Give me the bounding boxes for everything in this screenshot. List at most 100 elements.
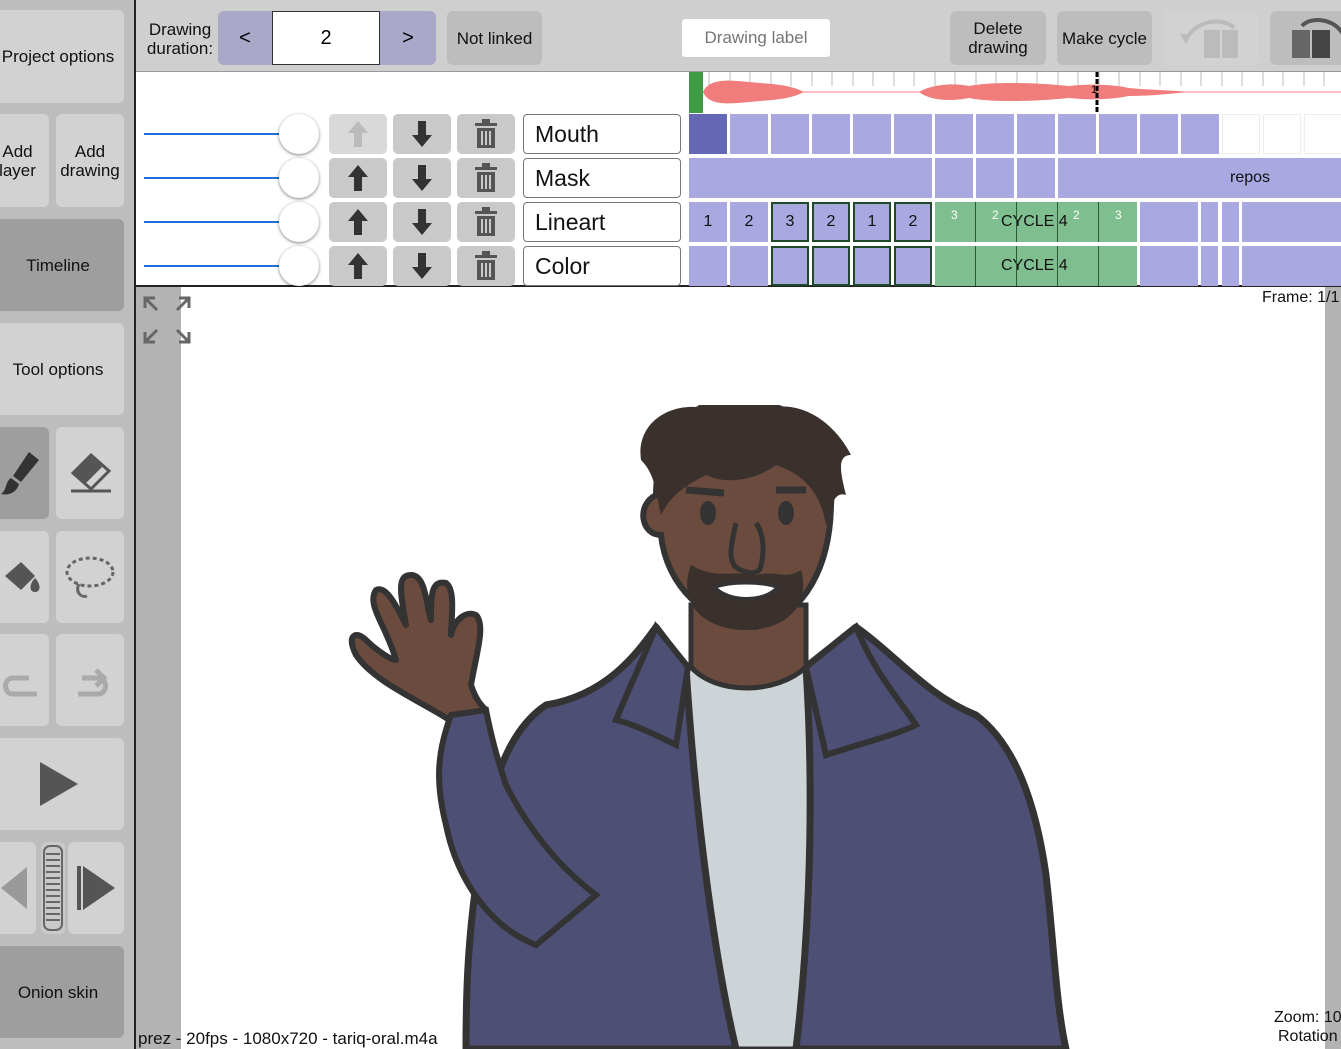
play-button[interactable] [0, 738, 124, 830]
onion-skin-button[interactable]: Onion skin [0, 946, 124, 1038]
cell-color[interactable] [730, 246, 768, 286]
opacity-slider-lineart[interactable] [144, 221, 284, 223]
cell-mask[interactable] [976, 158, 1014, 198]
cell-mouth-empty[interactable] [1222, 114, 1260, 154]
cell-mouth[interactable] [730, 114, 768, 154]
duration-decrease-button[interactable]: < [218, 11, 272, 65]
move-down-button-mouth[interactable] [393, 114, 451, 154]
cell-lineart-selected[interactable]: 1 [853, 202, 891, 242]
opacity-knob-mask[interactable] [279, 158, 319, 198]
cell-mask[interactable] [935, 158, 973, 198]
cell-mouth-empty[interactable] [1263, 114, 1301, 154]
lasso-icon [65, 556, 115, 598]
cell-lineart[interactable] [1242, 202, 1341, 242]
not-linked-button[interactable]: Not linked [447, 11, 542, 65]
drawing-label-input[interactable] [681, 18, 831, 58]
tool-options-button[interactable]: Tool options [0, 323, 124, 415]
cell-color-selected[interactable] [894, 246, 932, 286]
cell-color-selected[interactable] [812, 246, 850, 286]
cell-mask[interactable] [689, 158, 932, 198]
project-status-bar: prez - 20fps - 1080x720 - tariq-oral.m4a [138, 1029, 438, 1048]
frame-scrubber[interactable] [41, 842, 65, 934]
duration-value-field[interactable]: 2 [272, 11, 380, 65]
layer-name-mask[interactable]: Mask [523, 158, 681, 198]
cell-color[interactable] [1201, 246, 1218, 286]
cell-mask[interactable] [1017, 158, 1055, 198]
opacity-knob-lineart[interactable] [279, 202, 319, 242]
cell-color[interactable] [1242, 246, 1341, 286]
timeline-button[interactable]: Timeline [0, 219, 124, 311]
opacity-knob-mouth[interactable] [279, 114, 319, 154]
brush-tool-button[interactable] [0, 427, 49, 519]
move-up-button-mouth[interactable] [329, 114, 387, 154]
exposure-sheet: repos 1 2 3 2 1 2 3 2 2 3 CYCLE 4 CYCLE … [689, 114, 1341, 286]
move-up-button-lineart[interactable] [329, 202, 387, 242]
layer-name-color[interactable]: Color [523, 246, 681, 286]
cell-mouth[interactable] [771, 114, 809, 154]
cell-mouth-empty[interactable] [1304, 114, 1341, 154]
cell-lineart-selected[interactable]: 2 [894, 202, 932, 242]
opacity-slider-mouth[interactable] [144, 133, 284, 135]
project-options-button[interactable]: Project options [0, 10, 124, 103]
cell-mouth[interactable] [894, 114, 932, 154]
layer-name-lineart[interactable]: Lineart [523, 202, 681, 242]
cell-lineart[interactable] [1222, 202, 1239, 242]
cell-mouth[interactable] [1140, 114, 1178, 154]
next-frame-button[interactable] [68, 842, 124, 934]
cell-mouth[interactable] [689, 114, 727, 154]
cell-color[interactable] [1222, 246, 1239, 286]
cell-color[interactable] [1140, 246, 1198, 286]
make-cycle-button[interactable]: Make cycle [1057, 11, 1152, 65]
audio-waveform[interactable]: 1 [689, 72, 1341, 113]
flip-next-button[interactable] [1270, 11, 1341, 65]
add-drawing-button[interactable]: Add drawing [56, 114, 124, 207]
fill-tool-button[interactable] [0, 531, 49, 623]
eraser-tool-button[interactable] [56, 427, 124, 519]
cell-color[interactable] [689, 246, 727, 286]
cell-lineart-selected[interactable]: 2 [812, 202, 850, 242]
cell-lineart[interactable]: 2 [730, 202, 768, 242]
move-up-button-mask[interactable] [329, 158, 387, 198]
cell-lineart[interactable]: 1 [689, 202, 727, 242]
flip-previous-button[interactable] [1164, 11, 1258, 65]
move-down-button-color[interactable] [393, 246, 451, 286]
cell-mouth[interactable] [1181, 114, 1219, 154]
move-down-button-mask[interactable] [393, 158, 451, 198]
cell-lineart[interactable] [1140, 202, 1198, 242]
redo-icon [78, 668, 108, 697]
cell-mouth[interactable] [976, 114, 1014, 154]
layer-name-mouth[interactable]: Mouth [523, 114, 681, 154]
cell-color-selected[interactable] [771, 246, 809, 286]
undo-button[interactable] [0, 634, 49, 726]
cell-color-selected[interactable] [853, 246, 891, 286]
drawing-duration-label: Drawing duration: [146, 20, 214, 58]
previous-frame-button[interactable] [0, 842, 36, 934]
frame-indicator: Frame: 1/1 [1262, 289, 1340, 306]
cell-mouth[interactable] [1017, 114, 1055, 154]
opacity-slider-color[interactable] [144, 265, 284, 267]
cell-lineart[interactable] [1201, 202, 1218, 242]
delete-layer-button-lineart[interactable] [457, 202, 515, 242]
cycle-block-lineart[interactable]: 3 2 2 3 CYCLE 4 [935, 202, 1137, 242]
delete-layer-button-mask[interactable] [457, 158, 515, 198]
opacity-slider-mask[interactable] [144, 177, 284, 179]
delete-layer-button-mouth[interactable] [457, 114, 515, 154]
cell-mouth[interactable] [1058, 114, 1096, 154]
duration-increase-button[interactable]: > [380, 11, 436, 65]
cell-lineart-selected[interactable]: 3 [771, 202, 809, 242]
move-down-button-lineart[interactable] [393, 202, 451, 242]
redo-button[interactable] [56, 634, 124, 726]
cell-mouth[interactable] [812, 114, 850, 154]
add-layer-button[interactable]: Add layer [0, 114, 49, 207]
cycle-block-color[interactable]: CYCLE 4 [935, 246, 1137, 286]
delete-drawing-button[interactable]: Delete drawing [950, 11, 1046, 65]
cell-mask-repos[interactable]: repos [1058, 158, 1341, 198]
cell-mouth[interactable] [853, 114, 891, 154]
cell-mouth[interactable] [935, 114, 973, 154]
lasso-tool-button[interactable] [56, 531, 124, 623]
cell-mouth[interactable] [1099, 114, 1137, 154]
move-up-button-color[interactable] [329, 246, 387, 286]
fullscreen-button[interactable] [142, 295, 192, 345]
opacity-knob-color[interactable] [279, 246, 319, 286]
delete-layer-button-color[interactable] [457, 246, 515, 286]
